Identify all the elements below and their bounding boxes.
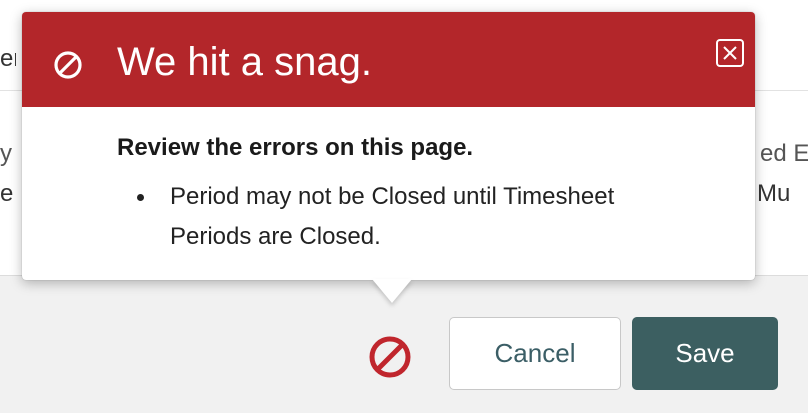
cancel-button[interactable]: Cancel [449,317,621,390]
prohibited-icon [369,336,411,378]
prohibited-icon [52,49,84,81]
error-message: Period may not be Closed until Timesheet… [170,183,615,250]
error-list: Period may not be Closed until Timesheet… [137,177,637,257]
popover-header: We hit a snag. [22,12,755,107]
error-indicator-button[interactable] [366,333,414,381]
close-button[interactable] [716,39,744,67]
background-text: y [0,140,12,167]
background-text: er [0,45,16,72]
popover-title: We hit a snag. [117,40,372,84]
save-button[interactable]: Save [632,317,778,390]
background-text: Mu [757,180,791,207]
close-icon [723,46,737,60]
bullet [137,194,144,201]
error-popover: We hit a snag. Review the errors on this… [22,12,755,280]
background-text: ed E [760,140,808,167]
error-item: Period may not be Closed until Timesheet… [137,177,637,257]
error-heading: Review the errors on this page. [117,134,474,161]
popover-pointer [372,279,412,303]
background-text: e [0,180,14,207]
